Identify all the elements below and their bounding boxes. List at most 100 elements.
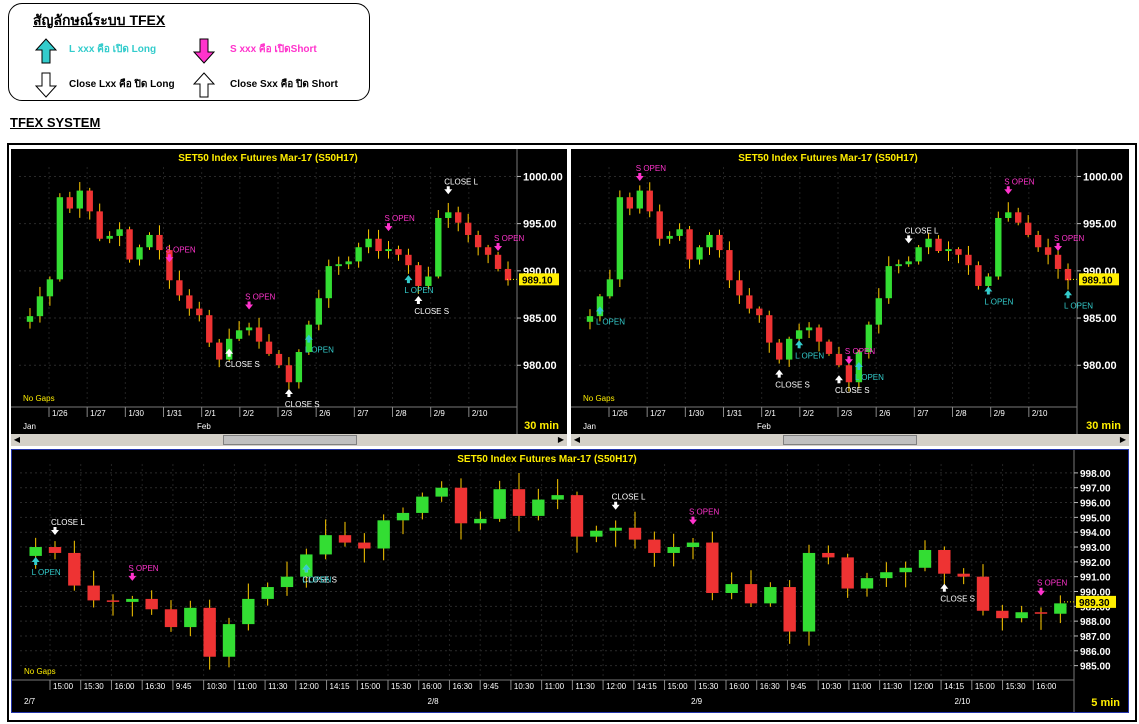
candle-body	[551, 495, 564, 500]
y-tick-label: 996.00	[1080, 499, 1111, 510]
candle-body	[416, 496, 429, 513]
signal-label: CLOSE L	[444, 177, 478, 186]
scroll-thumb[interactable]	[223, 435, 357, 445]
candle-body	[918, 549, 932, 568]
chart-2-scrollbar[interactable]: ◀ ▶	[571, 434, 1129, 446]
signal-arrow-up-icon	[775, 369, 784, 378]
x-tick-label: 1/30	[688, 409, 704, 418]
candle-body	[493, 489, 506, 519]
candle-body	[725, 584, 738, 593]
timeframe-label: 5 min	[1091, 697, 1120, 709]
candle-body	[106, 600, 120, 602]
candle-body	[880, 572, 893, 579]
scroll-left-icon[interactable]: ◀	[572, 435, 582, 445]
close-short-arrow-icon	[193, 72, 215, 98]
y-tick-label: 994.00	[1080, 528, 1111, 539]
candle-body	[126, 229, 133, 260]
signal-arrow-down-icon	[384, 223, 393, 232]
close-long-arrow-icon	[35, 72, 57, 98]
x-tick-label: 11:30	[883, 682, 903, 691]
chart-panel-3[interactable]: 998.00 997.00 996.00 995.00 994.00 993.00 992.…	[11, 449, 1129, 713]
signal-short: S OPEN	[128, 564, 159, 581]
x-tick-label: 2/3	[281, 409, 293, 418]
x-tick-label: 11:00	[545, 682, 565, 691]
y-tick-label: 998.00	[1080, 469, 1111, 480]
signal-close-long: CLOSE L	[444, 177, 479, 195]
legend-close-short: Close Sxx คือ ปิด Short	[230, 79, 338, 90]
candle-body	[975, 265, 982, 286]
x-tick-label: 9:45	[483, 682, 499, 691]
chart-panel-1[interactable]: 1000.00 995.00 990.00 985.00 980.00 1/26 1/27 1…	[11, 149, 567, 435]
signal-label: S OPEN	[385, 214, 415, 223]
y-tick-label: 985.00	[523, 313, 557, 325]
x-tick-label: 16:00	[422, 682, 443, 691]
candle-body	[375, 238, 382, 252]
date-band-label: 2/8	[428, 697, 440, 706]
signal-label: L OPEN	[32, 568, 61, 577]
signal-close-short: CLOSE S	[414, 295, 449, 316]
scroll-left-icon[interactable]: ◀	[12, 435, 22, 445]
current-price-label: 989.10	[522, 275, 553, 286]
candle-body	[280, 576, 294, 588]
candle-body	[46, 279, 54, 297]
signal-label: L OPEN	[984, 298, 1013, 307]
candle-body	[319, 535, 332, 555]
x-tick-label: 2/7	[917, 409, 929, 418]
candle-body	[315, 298, 322, 325]
date-band-label: Jan	[23, 422, 36, 431]
candle-body	[841, 557, 854, 589]
candle-body	[570, 495, 584, 537]
scroll-thumb[interactable]	[783, 435, 917, 445]
signal-close-short: CLOSE S	[775, 369, 810, 390]
chart-title: SET50 Index Futures Mar-17 (S50H17)	[457, 454, 637, 465]
x-tick-label: 14:15	[944, 682, 965, 691]
signal-arrow-down-icon	[444, 186, 453, 195]
timeframe-label: 30 min	[1086, 420, 1121, 432]
candle-body	[335, 264, 342, 267]
x-tick-label: 15:00	[668, 682, 689, 691]
candle-body	[184, 607, 197, 628]
candle-body	[905, 261, 912, 265]
candle-body	[996, 610, 1009, 619]
candle-body	[1024, 222, 1032, 235]
x-tick-label: 2/2	[803, 409, 815, 418]
candle-body	[455, 212, 462, 223]
chart-panel-2[interactable]: 1000.00 995.00 990.00 985.00 980.00 1/26 1/27 1…	[571, 149, 1129, 435]
chart-title: SET50 Index Futures Mar-17 (S50H17)	[738, 153, 918, 164]
signal-label: L OPEN	[404, 286, 433, 295]
candle-body	[106, 235, 113, 239]
x-tick-label: 15:00	[53, 682, 74, 691]
candle-body	[1044, 247, 1052, 255]
signal-close-short: CLOSE S	[940, 583, 975, 604]
signal-arrow-down-icon	[844, 356, 853, 365]
scroll-right-icon[interactable]: ▶	[556, 435, 566, 445]
candle-body	[785, 338, 793, 360]
signal-close-long: CLOSE L	[611, 493, 646, 510]
candle-body	[1034, 612, 1048, 614]
candle-body	[656, 211, 663, 239]
short-arrow-icon	[193, 38, 215, 64]
candle-body	[242, 598, 255, 625]
scroll-right-icon[interactable]: ▶	[1118, 435, 1128, 445]
legend-short-open: S xxx คือ เปิดShort	[230, 44, 317, 55]
candle-body	[365, 238, 372, 248]
chart-1-scrollbar[interactable]: ◀ ▶	[11, 434, 567, 446]
candle-body	[454, 487, 468, 524]
candle-body	[686, 542, 700, 548]
x-tick-label: 16:30	[145, 682, 166, 691]
candle-body	[736, 280, 743, 296]
candle-body	[746, 295, 753, 309]
y-tick-label: 985.00	[1080, 662, 1111, 673]
candle-body	[36, 296, 44, 317]
candle-body	[512, 489, 526, 516]
legend-title: สัญลักษณ์ระบบ TFEX	[33, 12, 166, 28]
signal-label: L OPEN	[305, 346, 334, 355]
signal-label: S OPEN	[165, 245, 195, 254]
signal-arrow-down-icon	[904, 235, 913, 244]
candle-body	[494, 254, 502, 269]
x-tick-label: 2/3	[841, 409, 853, 418]
y-tick-label: 991.00	[1080, 573, 1111, 584]
signal-label: CLOSE S	[285, 400, 320, 409]
signal-arrow-up-icon	[284, 389, 293, 397]
legend-long-open: L xxx คือ เปิด Long	[69, 44, 157, 55]
